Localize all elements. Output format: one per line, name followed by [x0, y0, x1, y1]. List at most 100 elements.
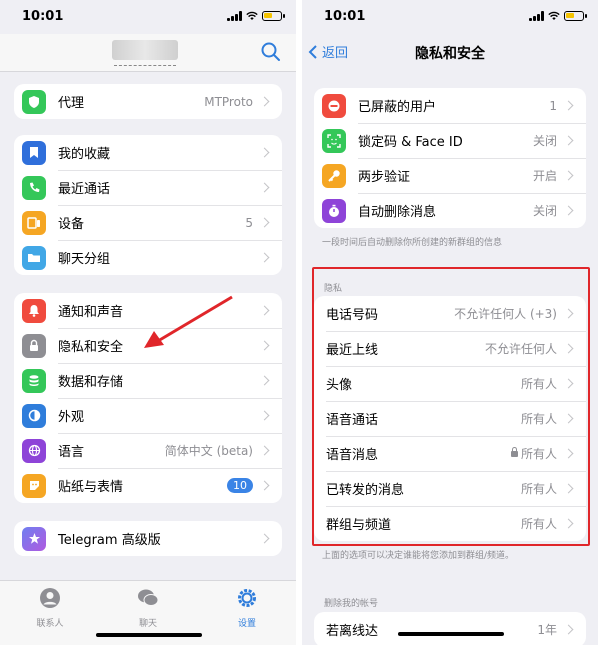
status-bar: 10:01 — [0, 0, 296, 34]
chat-folders-row[interactable]: 聊天分组 — [14, 240, 282, 275]
devices-row[interactable]: 设备 5 — [14, 205, 282, 240]
if-away-row[interactable]: 若离线达 1年 — [314, 612, 586, 645]
auto-delete-label: 自动删除消息 — [358, 205, 437, 220]
star-icon — [22, 526, 46, 551]
proxy-label: 代理 — [58, 96, 85, 111]
red-highlight-box — [312, 267, 590, 546]
stickers-badge: 10 — [227, 478, 253, 493]
saved-messages-row[interactable]: 我的收藏 — [14, 135, 282, 170]
proxy-value: MTProto — [204, 94, 253, 109]
proxy-group: 代理 MTProto — [14, 84, 282, 119]
signal-icon — [529, 11, 544, 21]
battery-icon — [564, 11, 587, 21]
two-step-value: 开启 — [532, 169, 557, 183]
home-indicator — [398, 632, 504, 636]
devices-count: 5 — [245, 215, 253, 230]
blocked-users-count: 1 — [549, 98, 557, 113]
blocked-users-row[interactable]: 已屏蔽的用户 1 — [314, 88, 586, 123]
page-title: 隐私和安全 — [415, 46, 485, 62]
devices-icon — [22, 210, 46, 235]
auto-delete-row[interactable]: 自动删除消息 关闭 — [314, 193, 586, 228]
saved-messages-label: 我的收藏 — [58, 147, 111, 162]
chevron-right-icon — [259, 445, 270, 456]
chevron-right-icon — [563, 624, 574, 635]
chevron-right-icon — [259, 340, 270, 351]
privacy-note: 上面的选项可以决定谁能将您添加到群组/频道。 — [322, 551, 515, 561]
blurred-profile-name[interactable] — [112, 40, 178, 66]
devices-label: 设备 — [58, 217, 85, 232]
premium-label: Telegram 高级版 — [58, 533, 161, 548]
chevron-right-icon — [259, 305, 270, 316]
status-time: 10:01 — [22, 9, 64, 24]
language-row[interactable]: 语言 简体中文 (beta) — [14, 433, 282, 468]
status-bar: 10:01 — [302, 0, 598, 34]
wifi-icon — [246, 11, 258, 20]
search-icon[interactable] — [260, 41, 282, 63]
chevron-right-icon — [259, 96, 270, 107]
faceid-icon — [322, 128, 346, 153]
tab-contacts-label: 联系人 — [36, 619, 64, 629]
status-time: 10:01 — [324, 9, 366, 24]
auto-delete-value: 关闭 — [532, 204, 557, 218]
folder-icon — [22, 245, 46, 270]
signal-icon — [227, 11, 242, 21]
bell-icon — [22, 298, 46, 323]
two-step-row[interactable]: 两步验证 开启 — [314, 158, 586, 193]
red-arrow-annotation — [144, 295, 233, 348]
tab-settings[interactable]: 设置 — [217, 587, 277, 629]
globe-icon — [22, 438, 46, 463]
chevron-right-icon — [563, 205, 574, 216]
settings-screen: 10:01 代理 MTProto 我的收藏 最近通话 设备 5 聊天分组 通知和… — [0, 0, 296, 645]
if-away-label: 若离线达 — [326, 624, 379, 639]
chevron-right-icon — [259, 480, 270, 491]
contacts-icon — [40, 588, 60, 608]
blocked-users-label: 已屏蔽的用户 — [358, 100, 437, 115]
recent-calls-label: 最近通话 — [58, 182, 111, 197]
chevron-right-icon — [259, 410, 270, 421]
blocked-icon — [322, 93, 346, 118]
chevron-right-icon — [259, 182, 270, 193]
tab-chats[interactable]: 聊天 — [118, 587, 178, 629]
premium-row[interactable]: Telegram 高级版 — [14, 521, 282, 556]
chevron-right-icon — [563, 170, 574, 181]
appearance-row[interactable]: 外观 — [14, 398, 282, 433]
battery-icon — [262, 11, 285, 21]
data-storage-row[interactable]: 数据和存储 — [14, 363, 282, 398]
privacy-security-screen: 10:01 返回 隐私和安全 已屏蔽的用户 1 锁定码 & Face ID 关闭 — [302, 0, 598, 645]
chevron-right-icon — [563, 100, 574, 111]
tab-settings-label: 设置 — [237, 619, 256, 629]
if-away-value: 1年 — [537, 623, 557, 637]
premium-group: Telegram 高级版 — [14, 521, 282, 556]
stickers-label: 贴纸与表情 — [58, 480, 124, 495]
settings-icon — [238, 589, 256, 607]
chevron-right-icon — [259, 375, 270, 386]
proxy-row[interactable]: 代理 MTProto — [14, 84, 282, 119]
phone-icon — [22, 175, 46, 200]
tab-bar: 联系人 聊天 设置 — [0, 580, 296, 645]
stickers-row[interactable]: 贴纸与表情 10 — [14, 468, 282, 503]
timer-icon — [322, 198, 346, 223]
tab-chats-label: 聊天 — [138, 619, 157, 629]
tab-contacts[interactable]: 联系人 — [20, 587, 80, 629]
privacy-navbar: 返回 隐私和安全 — [302, 34, 598, 72]
sticker-icon — [22, 473, 46, 498]
appearance-label: 外观 — [58, 410, 85, 425]
chat-folders-label: 聊天分组 — [58, 252, 111, 267]
two-step-label: 两步验证 — [358, 170, 411, 185]
chevron-right-icon — [259, 252, 270, 263]
settings-navbar — [0, 34, 296, 72]
delete-account-header: 删除我的帐号 — [324, 599, 379, 609]
database-icon — [22, 368, 46, 393]
passcode-faceid-row[interactable]: 锁定码 & Face ID 关闭 — [314, 123, 586, 158]
chevron-right-icon — [259, 217, 270, 228]
language-label: 语言 — [58, 445, 85, 460]
appearance-icon — [22, 403, 46, 428]
passcode-faceid-value: 关闭 — [532, 134, 557, 148]
shield-icon — [22, 89, 46, 114]
home-indicator — [96, 633, 202, 637]
language-value: 简体中文 (beta) — [164, 444, 253, 458]
passcode-faceid-label: 锁定码 & Face ID — [358, 135, 463, 150]
recent-calls-row[interactable]: 最近通话 — [14, 170, 282, 205]
data-storage-label: 数据和存储 — [58, 375, 124, 390]
key-icon — [322, 163, 346, 188]
